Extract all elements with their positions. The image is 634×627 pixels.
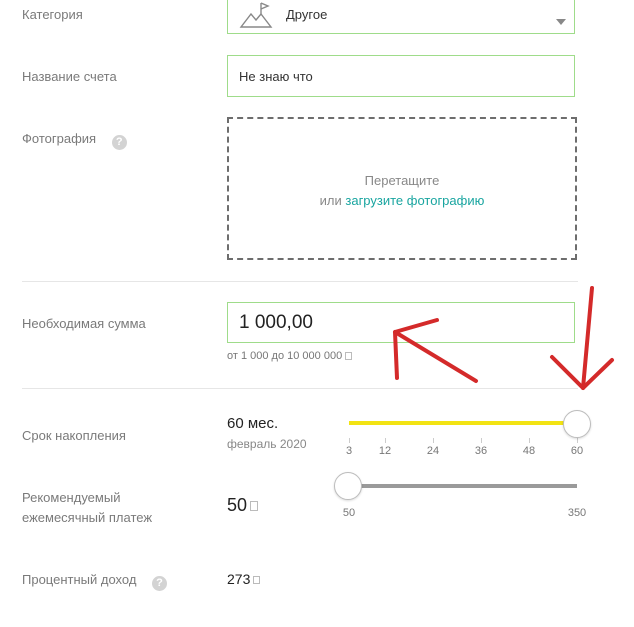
arrow-icon: [550, 286, 614, 390]
arrow-icon: [393, 318, 478, 383]
annotation-arrows: [393, 286, 614, 390]
